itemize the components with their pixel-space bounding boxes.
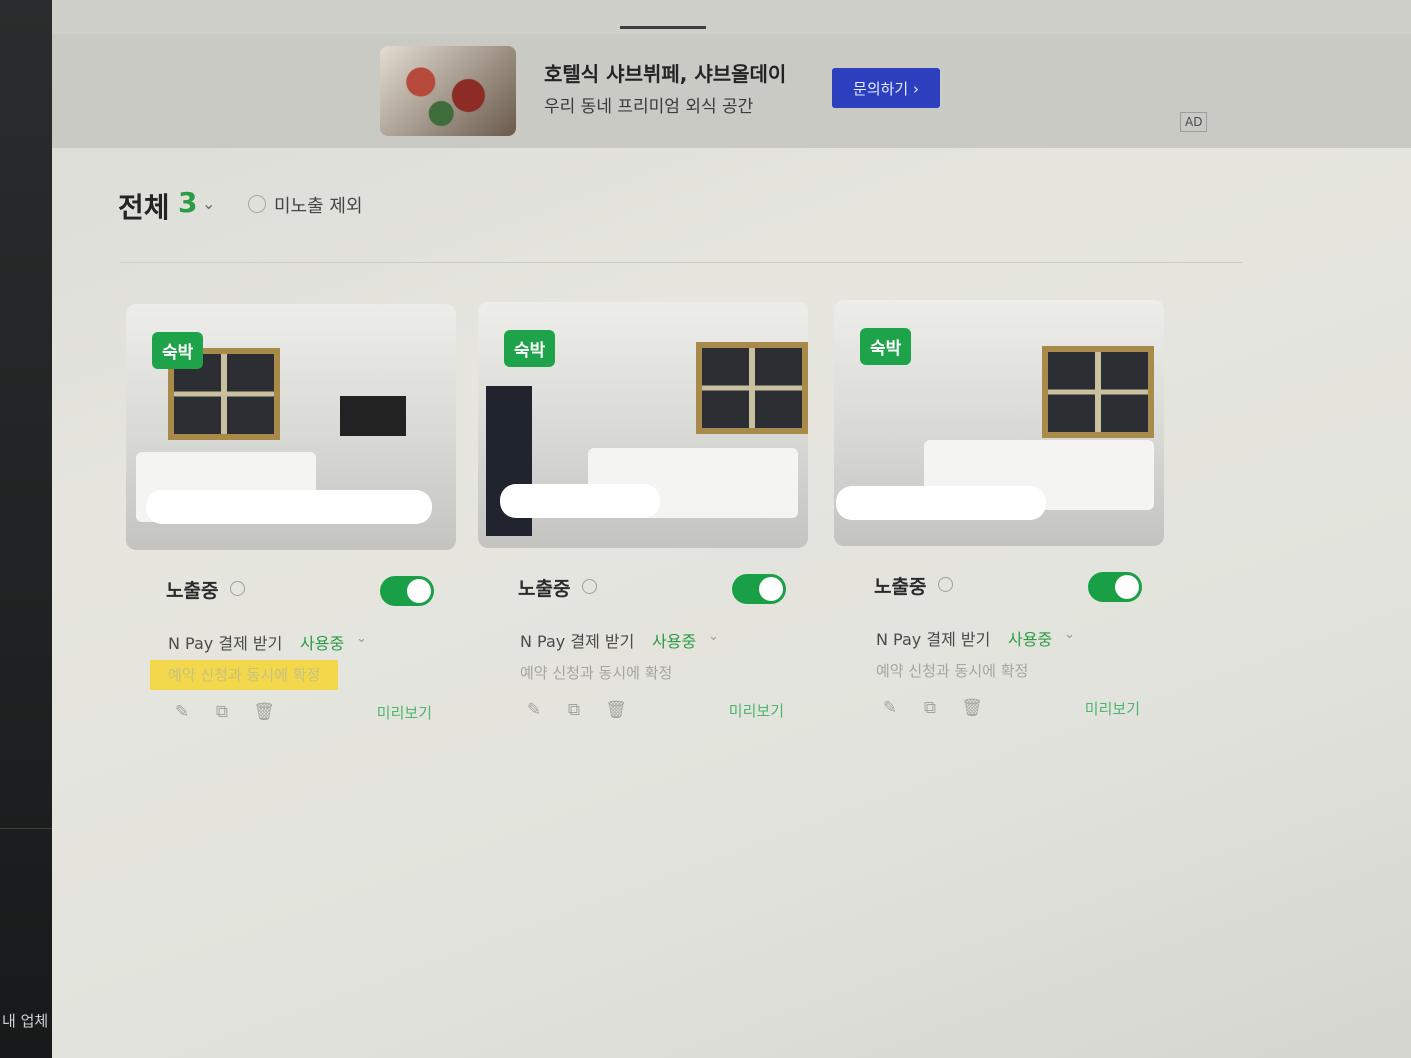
npay-status-dropdown[interactable]: 사용중: [300, 630, 344, 654]
npay-label: N Pay 결제 받기: [876, 630, 991, 649]
card-actions: ✎ ⧉ 🗑 미리보기: [170, 700, 432, 728]
instant-confirm-text: 예약 신청과 동시에 확정: [520, 664, 673, 682]
top-bar: [52, 0, 1411, 34]
instant-confirm-text: 예약 신청과 동시에 확정: [150, 660, 339, 690]
category-badge: 숙박: [504, 330, 556, 367]
chevron-down-icon[interactable]: ⌄: [708, 629, 719, 644]
exposure-toggle[interactable]: [1088, 572, 1142, 602]
card-actions: ✎ ⧉ 🗑 미리보기: [522, 698, 784, 726]
trash-icon[interactable]: 🗑: [252, 700, 276, 724]
top-indicator: [620, 26, 706, 29]
main-content: 호텔식 샤브뷔페, 샤브올데이 우리 동네 프리미엄 외식 공간 문의하기 › …: [52, 0, 1411, 1058]
ad-inquiry-button[interactable]: 문의하기 ›: [832, 68, 940, 108]
sidebar-item-my-business[interactable]: 내 업체: [2, 1010, 48, 1031]
exposure-status-label: 노출중: [518, 578, 571, 600]
info-icon[interactable]: [938, 577, 953, 592]
exposure-toggle[interactable]: [732, 574, 786, 604]
filter-count[interactable]: 3: [178, 186, 197, 219]
preview-link[interactable]: 미리보기: [377, 702, 432, 723]
photo-window: [1042, 346, 1154, 438]
redacted-title: [500, 484, 660, 518]
photo-window: [696, 342, 808, 434]
edit-icon[interactable]: ✎: [522, 698, 546, 722]
info-icon[interactable]: [582, 579, 597, 594]
edit-icon[interactable]: ✎: [170, 700, 194, 724]
npay-label: N Pay 결제 받기: [520, 632, 635, 651]
ad-badge: AD: [1180, 112, 1208, 132]
ad-banner[interactable]: 호텔식 샤브뷔페, 샤브올데이 우리 동네 프리미엄 외식 공간 문의하기 › …: [52, 34, 1411, 148]
chevron-down-icon[interactable]: ⌄: [202, 194, 215, 213]
exposure-toggle[interactable]: [380, 576, 434, 606]
listing-photo[interactable]: 숙박: [834, 300, 1164, 546]
redacted-title: [836, 486, 1046, 520]
exposure-status-label: 노출중: [874, 576, 927, 598]
ad-title[interactable]: 호텔식 샤브뷔페, 샤브올데이: [544, 58, 786, 87]
category-badge: 숙박: [152, 332, 204, 369]
ad-thumbnail[interactable]: [380, 46, 516, 136]
card-actions: ✎ ⧉ 🗑 미리보기: [878, 696, 1140, 724]
listing-photo[interactable]: 숙박: [478, 302, 808, 548]
highlighted-confirm-text: 예약 신청과 동시에 확정: [150, 660, 339, 690]
npay-status-dropdown[interactable]: 사용중: [652, 628, 696, 652]
category-badge: 숙박: [860, 328, 912, 365]
section-divider: [120, 262, 1242, 263]
npay-status-dropdown[interactable]: 사용중: [1008, 626, 1052, 650]
instant-confirm-text: 예약 신청과 동시에 확정: [876, 662, 1029, 680]
preview-link[interactable]: 미리보기: [729, 700, 784, 721]
info-icon[interactable]: [230, 581, 245, 596]
copy-icon[interactable]: ⧉: [562, 698, 586, 722]
trash-icon[interactable]: 🗑: [604, 698, 628, 722]
photo-tv: [340, 396, 406, 436]
copy-icon[interactable]: ⧉: [210, 700, 234, 724]
toggle-knob: [407, 579, 431, 603]
copy-icon[interactable]: ⧉: [918, 696, 942, 720]
exclude-hidden-label[interactable]: 미노출 제외: [274, 192, 363, 218]
redacted-title: [146, 490, 432, 524]
toggle-knob: [759, 577, 783, 601]
listing-photo[interactable]: 숙박: [126, 304, 456, 550]
exposure-status-label: 노출중: [166, 580, 219, 602]
ad-subtitle: 우리 동네 프리미엄 외식 공간: [544, 97, 754, 117]
exclude-hidden-radio[interactable]: [248, 195, 266, 213]
chevron-down-icon[interactable]: ⌄: [1064, 627, 1075, 642]
trash-icon[interactable]: 🗑: [960, 696, 984, 720]
chevron-down-icon[interactable]: ⌄: [356, 631, 367, 646]
toggle-knob: [1115, 575, 1139, 599]
preview-link[interactable]: 미리보기: [1085, 698, 1140, 719]
edit-icon[interactable]: ✎: [878, 696, 902, 720]
filter-title[interactable]: 전체: [118, 186, 170, 226]
sidebar-divider: [0, 828, 60, 829]
npay-label: N Pay 결제 받기: [168, 634, 283, 653]
